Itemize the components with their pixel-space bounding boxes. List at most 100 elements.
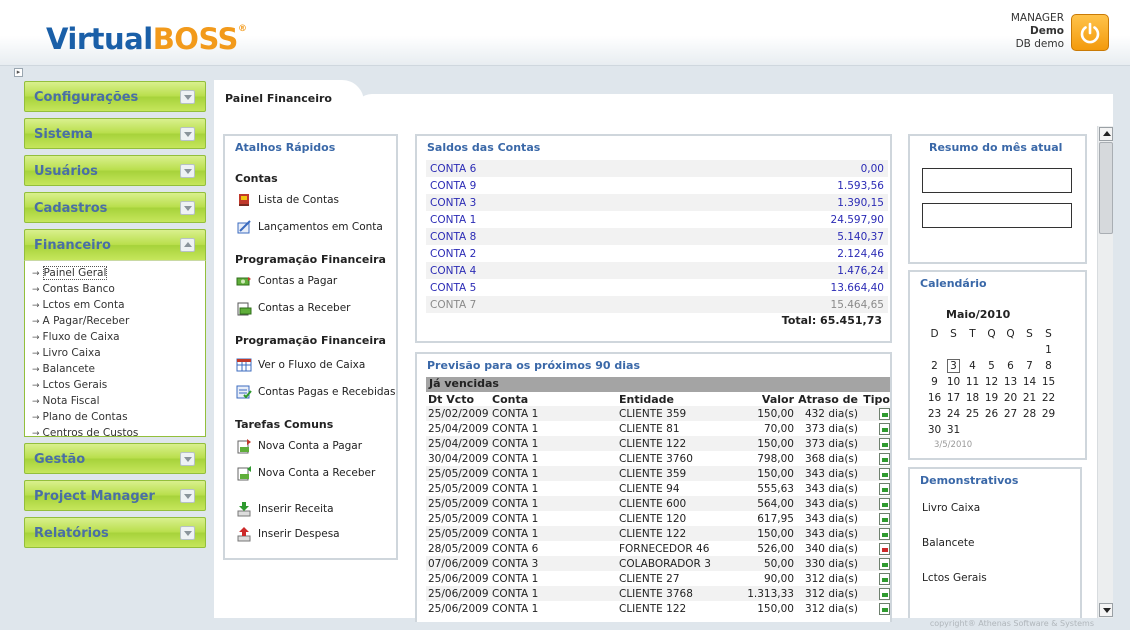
table-row[interactable]: CONTA 5 13.664,40 [426,279,888,296]
calendar-day[interactable]: 14 [1020,374,1039,390]
shortcut-contas-pagas-e-recebidas[interactable]: Contas Pagas e Recebidas [236,384,395,400]
column-header[interactable]: Dt Vcto [426,392,490,406]
calendar-day[interactable]: 1 [1039,342,1058,358]
demo-item-balancete[interactable]: Balancete [922,537,974,549]
chevron-down-icon[interactable] [180,201,195,215]
demo-item-lctos-gerais[interactable]: Lctos Gerais [922,572,987,584]
income-icon[interactable] [879,422,890,435]
table-row[interactable]: 25/05/2009 CONTA 1 CLIENTE 120 617,95 343 di… [426,511,890,526]
submenu-item-centros-de-custos[interactable]: Centros de Custos [32,426,205,442]
menu-relatorios[interactable]: Relatórios [24,517,206,548]
menu-gestao[interactable]: Gestão [24,443,206,474]
calendar-day[interactable]: 8 [1039,358,1058,374]
table-row[interactable]: 25/05/2009 CONTA 1 CLIENTE 122 150,00 343 di… [426,526,890,541]
calendar-day[interactable]: 26 [982,406,1001,422]
shortcut-nova-conta-a-receber[interactable]: Nova Conta a Receber [236,465,375,481]
scroll-down-icon[interactable] [1099,603,1113,617]
calendar-day[interactable]: 15 [1039,374,1058,390]
calendar-day[interactable]: 30 [925,422,944,438]
income-icon[interactable] [879,602,890,615]
table-row[interactable]: 25/04/2009 CONTA 1 CLIENTE 122 150,00 373 di… [426,436,890,451]
income-icon[interactable] [879,497,890,510]
calendar-day[interactable]: 16 [925,390,944,406]
chevron-down-icon[interactable] [180,452,195,466]
table-row[interactable]: 25/05/2009 CONTA 1 CLIENTE 359 150,00 343 di… [426,466,890,481]
table-row[interactable]: 25/06/2009 CONTA 1 CLIENTE 27 90,00 312 dia(… [426,571,890,586]
income-icon[interactable] [879,572,890,585]
menu-sistema[interactable]: Sistema [24,118,206,149]
calendar-day[interactable]: 5 [982,358,1001,374]
shortcut-inserir-despesa[interactable]: Inserir Despesa [236,526,340,542]
calendar-day[interactable]: 22 [1039,390,1058,406]
table-row[interactable]: 07/06/2009 CONTA 3 COLABORADOR 3 50,00 330 d… [426,556,890,571]
shortcut-contas-a-pagar[interactable]: Contas a Pagar [236,273,337,289]
menu-usuarios[interactable]: Usuários [24,155,206,186]
income-icon[interactable] [879,527,890,540]
account-name[interactable]: CONTA 4 [426,262,643,279]
submenu-item-livro-caixa[interactable]: Livro Caixa [32,346,205,362]
column-header[interactable]: Conta [490,392,617,406]
table-row[interactable]: 25/06/2009 CONTA 1 CLIENTE 3768 1.313,33 312… [426,586,890,601]
chevron-down-icon[interactable] [180,489,195,503]
expense-icon[interactable] [879,542,890,555]
calendar-day[interactable]: 24 [944,406,963,422]
table-row[interactable]: CONTA 4 1.476,24 [426,262,888,279]
column-header[interactable]: Valor [738,392,796,406]
shortcut-lista-de-contas[interactable]: Lista de Contas [236,192,339,208]
column-header[interactable]: Atraso de [796,392,860,406]
calendar-day[interactable]: 10 [944,374,963,390]
table-row[interactable]: 25/05/2009 CONTA 1 CLIENTE 94 555,63 343 dia… [426,481,890,496]
chevron-down-icon[interactable] [180,164,195,178]
vertical-scrollbar[interactable] [1097,126,1113,618]
table-row[interactable]: CONTA 3 1.390,15 [426,194,888,211]
virtualboss-logo[interactable]: VirtualBOSS® [46,22,247,56]
demo-item-livro-caixa[interactable]: Livro Caixa [922,502,980,514]
calendar-day[interactable]: 7 [1020,358,1039,374]
submenu-item-lctos-em-conta[interactable]: Lctos em Conta [32,298,205,314]
calendar-day[interactable]: 12 [982,374,1001,390]
column-header[interactable]: Tipo [860,392,890,406]
table-row[interactable]: CONTA 9 1.593,56 [426,177,888,194]
calendar-day[interactable]: 29 [1039,406,1058,422]
column-header[interactable]: Entidade [617,392,738,406]
shortcut-nova-conta-a-pagar[interactable]: Nova Conta a Pagar [236,438,362,454]
calendar-day[interactable]: 3 [944,358,963,374]
submenu-item-fluxo-de-caixa[interactable]: Fluxo de Caixa [32,330,205,346]
income-icon[interactable] [879,452,890,465]
income-icon[interactable] [879,557,890,570]
shortcut-ver-fluxo-de-caixa[interactable]: Ver o Fluxo de Caixa [236,357,365,373]
menu-configuracoes[interactable]: Configurações [24,81,206,112]
table-row[interactable]: 28/05/2009 CONTA 6 FORNECEDOR 46 526,00 340 … [426,541,890,556]
calendar-day[interactable]: 2 [925,358,944,374]
submenu-item-contas-banco[interactable]: Contas Banco [32,282,205,298]
chevron-up-icon[interactable] [180,238,195,252]
shortcut-lancamentos-em-conta[interactable]: Lançamentos em Conta [236,219,383,235]
chevron-down-icon[interactable] [180,127,195,141]
chevron-down-icon[interactable] [180,526,195,540]
scrollbar-thumb[interactable] [1099,142,1113,234]
tab-painel-financeiro[interactable]: Painel Financeiro [214,80,364,120]
submenu-item-a-pagar-receber[interactable]: A Pagar/Receber [32,314,205,330]
account-name[interactable]: CONTA 3 [426,194,643,211]
sidebar-toggle-icon[interactable]: ▸ [14,68,23,77]
table-row[interactable]: 30/04/2009 CONTA 1 CLIENTE 3760 798,00 368 d… [426,451,890,466]
account-name[interactable]: CONTA 2 [426,245,643,262]
logout-button[interactable] [1071,14,1109,51]
calendar-day[interactable]: 11 [963,374,982,390]
submenu-item-lctos-gerais[interactable]: Lctos Gerais [32,378,205,394]
income-icon[interactable] [879,482,890,495]
income-icon[interactable] [879,407,890,420]
table-row[interactable]: CONTA 7 15.464,65 [426,296,888,313]
account-name[interactable]: CONTA 6 [426,160,643,177]
calendar-day[interactable]: 25 [963,406,982,422]
calendar-day[interactable]: 27 [1001,406,1020,422]
calendar-day[interactable]: 19 [982,390,1001,406]
menu-project-manager[interactable]: Project Manager [24,480,206,511]
submenu-item-nota-fiscal[interactable]: Nota Fiscal [32,394,205,410]
calendar-day[interactable]: 23 [925,406,944,422]
account-name[interactable]: CONTA 7 [426,296,643,313]
scroll-up-icon[interactable] [1099,127,1113,141]
account-name[interactable]: CONTA 5 [426,279,643,296]
calendar-day[interactable]: 28 [1020,406,1039,422]
calendar-day[interactable]: 6 [1001,358,1020,374]
